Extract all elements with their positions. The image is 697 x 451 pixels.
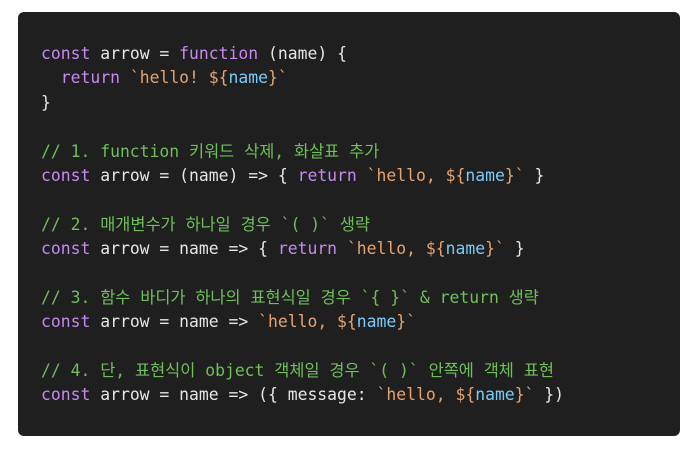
code-token: `hello, ${ — [366, 165, 466, 185]
code-line: const arrow = name => ({ message: `hello… — [41, 383, 680, 407]
code-token: `hello, ${ — [346, 239, 446, 259]
code-block: const arrow = function (name) { return `… — [18, 12, 680, 436]
code-line: const arrow = (name) => { return `hello,… — [41, 164, 680, 188]
code-line: // 4. 단, 표현식이 object 객체일 경우 `( )` 안쪽에 객체… — [41, 359, 680, 383]
code-token: }` — [396, 312, 417, 332]
code-comment: // 2. 매개변수가 하나일 경우 `( )` 생략 — [41, 214, 370, 234]
code-token: arrow = name => { — [90, 239, 278, 259]
code-token: arrow = name => — [90, 312, 259, 332]
code-line: // 3. 함수 바디가 하나의 표현식일 경우 `{ }` & return … — [41, 286, 680, 310]
code-token: name — [356, 312, 397, 332]
code-comment: // 3. 함수 바디가 하나의 표현식일 경우 `{ }` & return … — [41, 287, 539, 307]
code-token: const — [41, 312, 91, 332]
code-token: name — [445, 239, 486, 259]
code-token: function — [179, 44, 259, 63]
code-token: return — [277, 239, 338, 259]
code-token: }` — [504, 165, 525, 185]
code-token: } — [524, 165, 545, 185]
code-token: const — [41, 165, 91, 185]
code-token: arrow — [100, 44, 150, 63]
code-comment: // 4. 단, 표현식이 object 객체일 경우 `( )` 안쪽에 객체… — [41, 361, 554, 381]
code-token: = — [149, 44, 180, 63]
code-token: } — [41, 92, 51, 112]
code-token: const — [41, 44, 91, 63]
code-token: `hello, ${ — [258, 312, 357, 332]
code-line: const arrow = function (name) { — [41, 42, 680, 66]
code-lines: const arrow = function (name) { return `… — [41, 42, 680, 408]
code-token: `hello! ${ — [129, 68, 229, 88]
code-token: return — [60, 68, 120, 88]
code-line: } — [41, 91, 680, 115]
code-line: const arrow = name => `hello, ${name}` — [41, 310, 680, 334]
code-token: name — [228, 68, 269, 88]
code-line: const arrow = name => { return `hello, $… — [41, 237, 680, 261]
code-token: name — [475, 385, 515, 405]
code-token: }) — [534, 385, 565, 405]
code-line: // 1. function 키워드 삭제, 화살표 추가 — [41, 140, 680, 164]
code-token: arrow = name => ({ message: — [90, 385, 377, 405]
code-token: }` — [514, 385, 535, 405]
code-token: name — [465, 165, 505, 185]
code-token: }` — [268, 68, 288, 88]
code-token: } — [504, 239, 525, 259]
code-token: const — [41, 239, 91, 259]
code-token: (name) { — [258, 44, 347, 63]
code-token: `hello, ${ — [376, 385, 476, 405]
code-token: return — [297, 165, 357, 185]
code-token: }` — [485, 239, 505, 259]
code-line: return `hello! ${name}` — [41, 66, 680, 90]
code-token: arrow = (name) => { — [90, 165, 298, 185]
code-comment: // 1. function 키워드 삭제, 화살표 추가 — [41, 141, 380, 161]
code-line: // 2. 매개변수가 하나일 경우 `( )` 생략 — [41, 213, 680, 237]
code-token: const — [41, 385, 91, 405]
